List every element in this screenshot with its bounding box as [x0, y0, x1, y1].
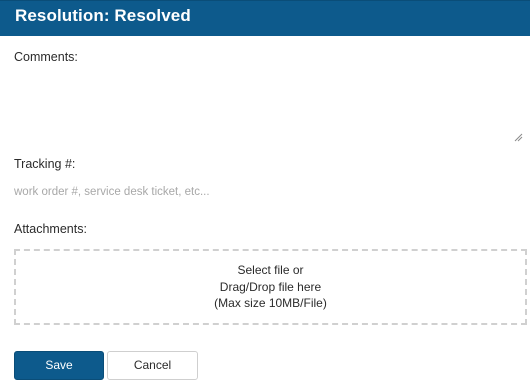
comments-textarea[interactable]: [14, 68, 526, 146]
resolution-dialog: Resolution: Resolved Comments: Tracking …: [0, 0, 530, 392]
file-dropzone[interactable]: Select file or Drag/Drop file here (Max …: [14, 249, 527, 325]
dropzone-select-text: Select file or: [237, 263, 304, 277]
resize-grip-icon[interactable]: [513, 132, 523, 142]
tracking-input[interactable]: [14, 181, 514, 203]
attachments-label: Attachments:: [14, 222, 87, 236]
dropzone-drag-text: Drag/Drop file here: [219, 280, 322, 294]
cancel-button[interactable]: Cancel: [107, 351, 198, 380]
save-button[interactable]: Save: [14, 351, 104, 380]
dialog-title: Resolution: Resolved: [15, 6, 191, 25]
comments-label: Comments:: [14, 50, 78, 64]
dialog-header: Resolution: Resolved: [0, 0, 530, 36]
tracking-label: Tracking #:: [14, 157, 76, 171]
dropzone-max-size-text: (Max size 10MB/File): [214, 296, 327, 310]
